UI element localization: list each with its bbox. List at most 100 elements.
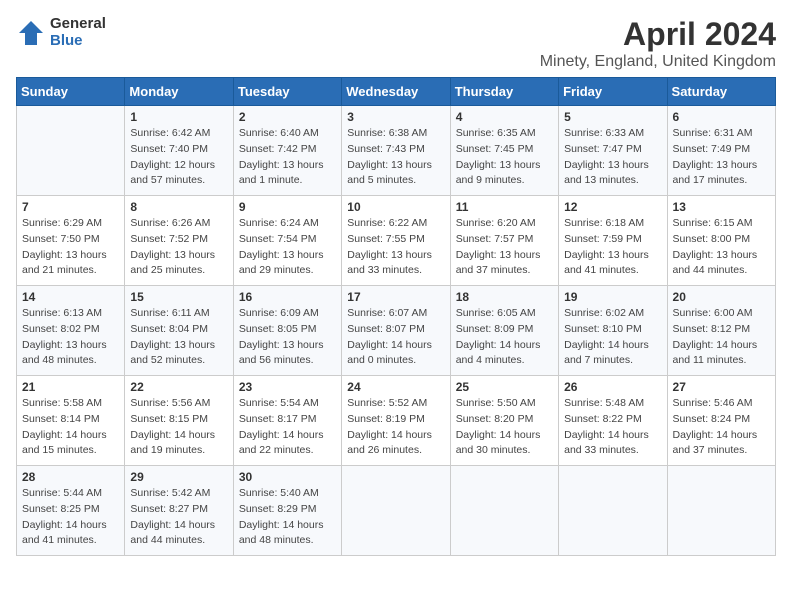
day-number: 19 [564,290,661,304]
table-row: 3 Sunrise: 6:38 AMSunset: 7:43 PMDaylight… [342,106,450,196]
day-number: 7 [22,200,119,214]
table-row: 16 Sunrise: 6:09 AMSunset: 8:05 PMDayligh… [233,286,341,376]
day-number: 20 [673,290,770,304]
day-number: 8 [130,200,227,214]
day-number: 30 [239,470,336,484]
logo-blue-text: Blue [50,33,106,50]
table-row: 14Sunrise: 6:13 AMSunset: 8:02 PMDayligh… [17,286,125,376]
calendar-week-row: 14Sunrise: 6:13 AMSunset: 8:02 PMDayligh… [17,286,776,376]
day-number: 27 [673,380,770,394]
header-thursday: Thursday [450,78,558,106]
day-number: 26 [564,380,661,394]
day-info: Sunrise: 5:48 AMSunset: 8:22 PMDaylight:… [564,396,661,459]
day-number: 3 [347,110,444,124]
day-info: Sunrise: 6:18 AMSunset: 7:59 PMDaylight:… [564,216,661,279]
calendar-table: Sunday Monday Tuesday Wednesday Thursday… [16,77,776,556]
day-info: Sunrise: 6:40 AMSunset: 7:42 PMDaylight:… [239,126,336,189]
table-row: 11 Sunrise: 6:20 AMSunset: 7:57 PMDayligh… [450,196,558,286]
table-row: 29 Sunrise: 5:42 AMSunset: 8:27 PMDayligh… [125,466,233,556]
day-number: 16 [239,290,336,304]
table-row: 15Sunrise: 6:11 AMSunset: 8:04 PMDayligh… [125,286,233,376]
day-info: Sunrise: 6:38 AMSunset: 7:43 PMDaylight:… [347,126,444,189]
day-info: Sunrise: 6:20 AMSunset: 7:57 PMDaylight:… [456,216,553,279]
day-number: 29 [130,470,227,484]
table-row [342,466,450,556]
day-info: Sunrise: 6:29 AMSunset: 7:50 PMDaylight:… [22,216,119,279]
day-info: Sunrise: 6:15 AMSunset: 8:00 PMDaylight:… [673,216,770,279]
day-info: Sunrise: 6:02 AMSunset: 8:10 PMDaylight:… [564,306,661,369]
day-info: Sunrise: 5:56 AMSunset: 8:15 PMDaylight:… [130,396,227,459]
header-wednesday: Wednesday [342,78,450,106]
table-row: 28Sunrise: 5:44 AMSunset: 8:25 PMDayligh… [17,466,125,556]
table-row [450,466,558,556]
logo-general-text: General [50,16,106,33]
table-row: 2 Sunrise: 6:40 AMSunset: 7:42 PMDaylight… [233,106,341,196]
table-row [17,106,125,196]
day-number: 24 [347,380,444,394]
table-row: 6Sunrise: 6:31 AMSunset: 7:49 PMDaylight… [667,106,775,196]
table-row: 1Sunrise: 6:42 AMSunset: 7:40 PMDaylight… [125,106,233,196]
title-area: April 2024 Minety, England, United Kingd… [540,16,776,71]
table-row: 30 Sunrise: 5:40 AMSunset: 8:29 PMDayligh… [233,466,341,556]
table-row: 17Sunrise: 6:07 AMSunset: 8:07 PMDayligh… [342,286,450,376]
day-number: 14 [22,290,119,304]
day-info: Sunrise: 5:40 AMSunset: 8:29 PMDaylight:… [239,486,336,549]
table-row: 10Sunrise: 6:22 AMSunset: 7:55 PMDayligh… [342,196,450,286]
header-tuesday: Tuesday [233,78,341,106]
table-row: 22Sunrise: 5:56 AMSunset: 8:15 PMDayligh… [125,376,233,466]
day-info: Sunrise: 6:35 AMSunset: 7:45 PMDaylight:… [456,126,553,189]
table-row: 9 Sunrise: 6:24 AMSunset: 7:54 PMDaylight… [233,196,341,286]
day-number: 12 [564,200,661,214]
header-sunday: Sunday [17,78,125,106]
weekday-header-row: Sunday Monday Tuesday Wednesday Thursday… [17,78,776,106]
table-row: 19 Sunrise: 6:02 AMSunset: 8:10 PMDayligh… [559,286,667,376]
table-row: 13 Sunrise: 6:15 AMSunset: 8:00 PMDayligh… [667,196,775,286]
day-info: Sunrise: 6:09 AMSunset: 8:05 PMDaylight:… [239,306,336,369]
location-subtitle: Minety, England, United Kingdom [540,53,776,71]
day-number: 4 [456,110,553,124]
table-row [667,466,775,556]
day-number: 9 [239,200,336,214]
day-info: Sunrise: 6:24 AMSunset: 7:54 PMDaylight:… [239,216,336,279]
header: General Blue April 2024 Minety, England,… [16,16,776,71]
header-saturday: Saturday [667,78,775,106]
day-info: Sunrise: 6:00 AMSunset: 8:12 PMDaylight:… [673,306,770,369]
day-info: Sunrise: 6:05 AMSunset: 8:09 PMDaylight:… [456,306,553,369]
day-number: 11 [456,200,553,214]
day-number: 10 [347,200,444,214]
logo: General Blue [16,16,106,49]
month-year-title: April 2024 [540,16,776,53]
day-info: Sunrise: 5:54 AMSunset: 8:17 PMDaylight:… [239,396,336,459]
table-row: 24Sunrise: 5:52 AMSunset: 8:19 PMDayligh… [342,376,450,466]
table-row: 7 Sunrise: 6:29 AMSunset: 7:50 PMDaylight… [17,196,125,286]
table-row: 20 Sunrise: 6:00 AMSunset: 8:12 PMDayligh… [667,286,775,376]
calendar-week-row: 7 Sunrise: 6:29 AMSunset: 7:50 PMDaylight… [17,196,776,286]
header-monday: Monday [125,78,233,106]
table-row: 18Sunrise: 6:05 AMSunset: 8:09 PMDayligh… [450,286,558,376]
day-number: 21 [22,380,119,394]
day-info: Sunrise: 6:33 AMSunset: 7:47 PMDaylight:… [564,126,661,189]
day-number: 17 [347,290,444,304]
logo-icon [16,18,46,48]
day-info: Sunrise: 5:46 AMSunset: 8:24 PMDaylight:… [673,396,770,459]
day-number: 25 [456,380,553,394]
table-row: 4 Sunrise: 6:35 AMSunset: 7:45 PMDaylight… [450,106,558,196]
day-number: 2 [239,110,336,124]
day-info: Sunrise: 5:58 AMSunset: 8:14 PMDaylight:… [22,396,119,459]
day-info: Sunrise: 5:42 AMSunset: 8:27 PMDaylight:… [130,486,227,549]
day-number: 23 [239,380,336,394]
table-row: 27 Sunrise: 5:46 AMSunset: 8:24 PMDayligh… [667,376,775,466]
day-number: 15 [130,290,227,304]
day-info: Sunrise: 6:26 AMSunset: 7:52 PMDaylight:… [130,216,227,279]
day-number: 13 [673,200,770,214]
header-friday: Friday [559,78,667,106]
day-info: Sunrise: 5:44 AMSunset: 8:25 PMDaylight:… [22,486,119,549]
day-number: 5 [564,110,661,124]
day-number: 6 [673,110,770,124]
calendar-week-row: 21 Sunrise: 5:58 AMSunset: 8:14 PMDayligh… [17,376,776,466]
table-row: 8 Sunrise: 6:26 AMSunset: 7:52 PMDaylight… [125,196,233,286]
day-info: Sunrise: 6:42 AMSunset: 7:40 PMDaylight:… [130,126,227,189]
day-info: Sunrise: 5:50 AMSunset: 8:20 PMDaylight:… [456,396,553,459]
table-row: 21 Sunrise: 5:58 AMSunset: 8:14 PMDayligh… [17,376,125,466]
table-row: 12 Sunrise: 6:18 AMSunset: 7:59 PMDayligh… [559,196,667,286]
